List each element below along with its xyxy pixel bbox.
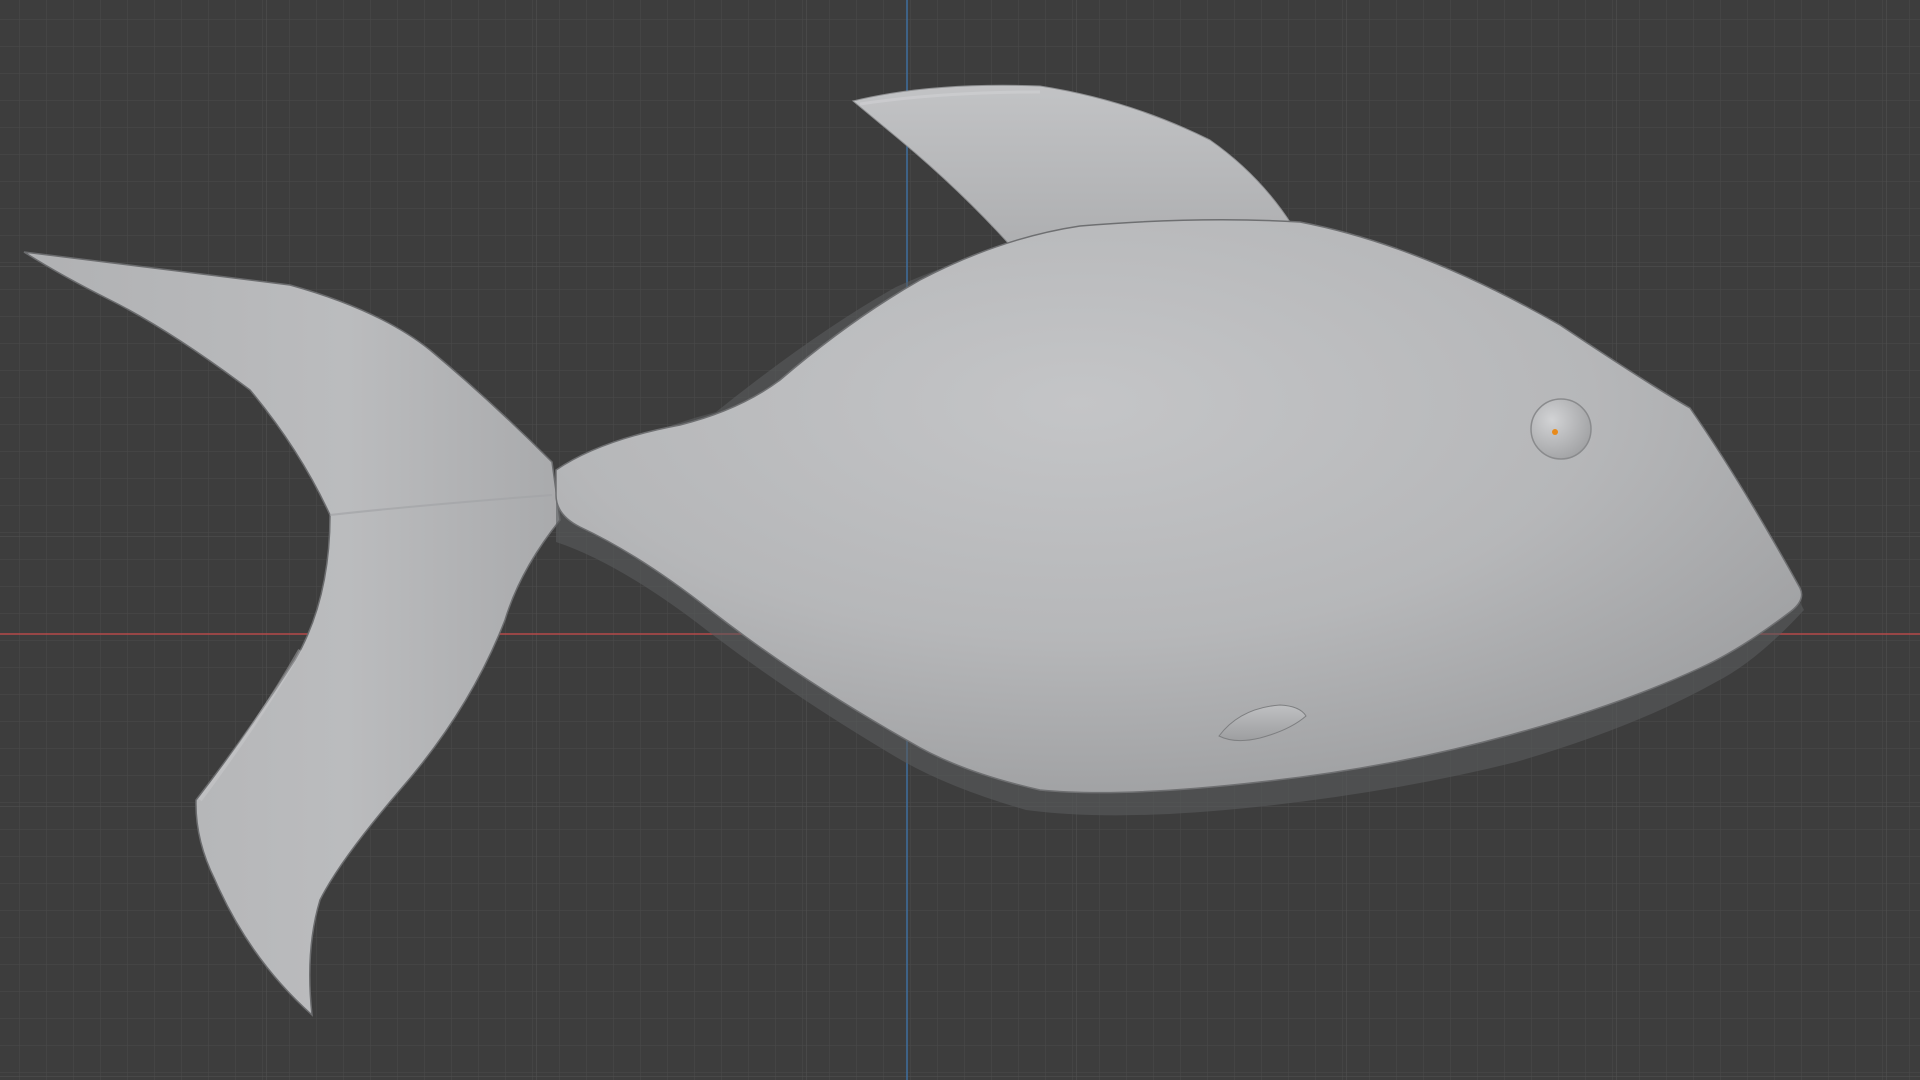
eye[interactable]: [1530, 398, 1592, 460]
origin-point-icon: [1552, 429, 1558, 435]
viewport-canvas[interactable]: [0, 0, 1920, 1080]
3d-viewport[interactable]: [0, 0, 1920, 1080]
